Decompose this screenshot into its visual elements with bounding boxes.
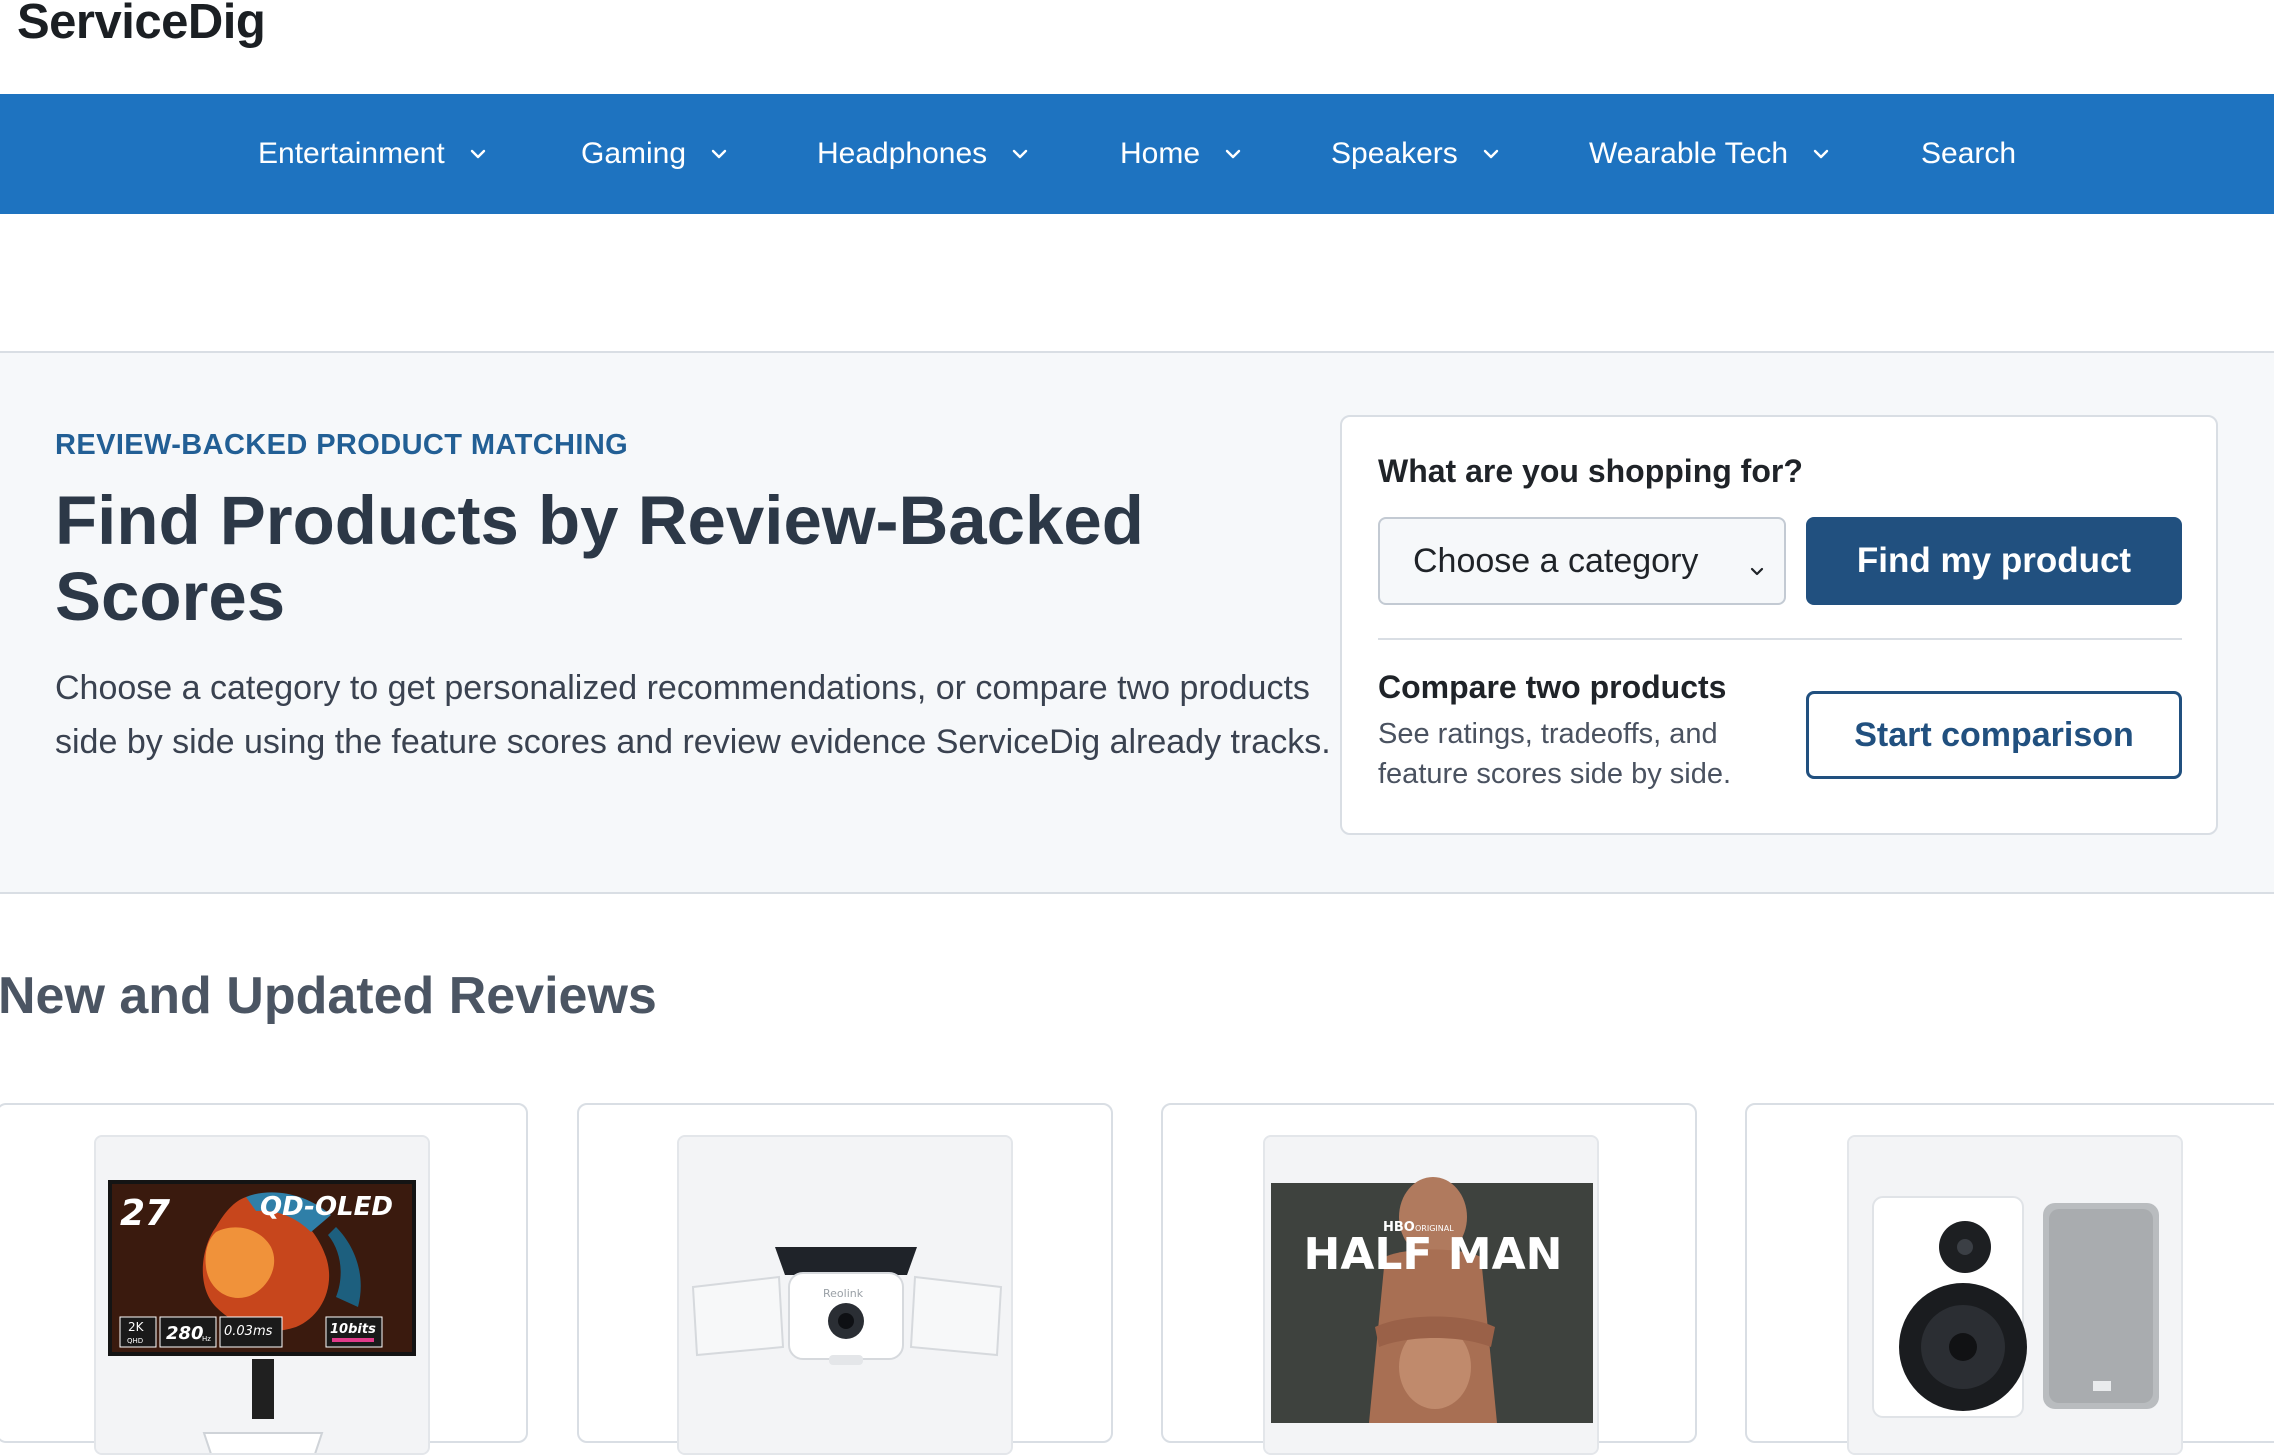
nav-item-label: Entertainment xyxy=(258,137,445,170)
camera-brand-text: Reolink xyxy=(823,1287,864,1300)
nav-item-speakers[interactable]: Speakers xyxy=(1331,94,1502,214)
product-image-floodlight-camera: Reolink xyxy=(677,1135,1013,1455)
product-finder-card: What are you shopping for? Choose a cate… xyxy=(1340,415,2218,835)
review-card-half-man[interactable]: HBO ORIGINAL HALF MAN xyxy=(1161,1103,1697,1455)
poster-title-text: HALF MAN xyxy=(1304,1229,1563,1280)
nav-item-headphones[interactable]: Headphones xyxy=(817,94,1031,214)
start-comparison-button[interactable]: Start comparison xyxy=(1806,691,2182,779)
hero-description: Choose a category to get personalized re… xyxy=(55,669,1331,761)
review-card-speakers[interactable] xyxy=(1745,1103,2274,1455)
monitor-res-sub-text: QHD xyxy=(127,1337,143,1345)
chevron-down-icon xyxy=(1480,143,1502,165)
chevron-down-icon xyxy=(1746,553,1768,592)
monitor-res-text: 2K xyxy=(128,1320,145,1334)
monitor-hz-text: 280 xyxy=(166,1323,204,1344)
divider xyxy=(1378,638,2182,640)
monitor-hz-unit-text: Hz xyxy=(202,1335,211,1343)
nav-item-label: Headphones xyxy=(817,137,988,170)
site-logo[interactable]: ServiceDig xyxy=(17,0,266,50)
nav-item-wearable-tech[interactable]: Wearable Tech xyxy=(1589,94,1832,214)
hero-section: REVIEW-BACKED PRODUCT MATCHING Find Prod… xyxy=(0,351,2274,894)
monitor-size-text: 27 xyxy=(120,1193,170,1234)
nav-item-gaming[interactable]: Gaming xyxy=(581,94,730,214)
review-card-monitor[interactable]: 27 QD-OLED 2K QHD 280 Hz 0.03ms 10bits xyxy=(0,1103,528,1455)
chevron-down-icon xyxy=(1810,143,1832,165)
category-select[interactable]: Choose a category xyxy=(1378,517,1786,605)
finder-question: What are you shopping for? xyxy=(1378,453,1803,489)
chevron-down-icon xyxy=(467,143,489,165)
reviews-section-title: New and Updated Reviews xyxy=(0,967,657,1025)
product-image-bookshelf-speakers xyxy=(1847,1135,2183,1455)
nav-item-home[interactable]: Home xyxy=(1120,94,1244,214)
nav-item-label: Home xyxy=(1120,137,1201,170)
product-image-monitor: 27 QD-OLED 2K QHD 280 Hz 0.03ms 10bits xyxy=(94,1135,430,1455)
nav-item-entertainment[interactable]: Entertainment xyxy=(258,94,489,214)
nav-item-label: Speakers xyxy=(1331,137,1458,170)
monitor-ms-text: 0.03ms xyxy=(224,1324,273,1339)
nav-item-search[interactable]: Search xyxy=(1921,94,2016,214)
hero-title: Find Products by Review-Backed Scores xyxy=(55,482,1144,635)
hero-eyebrow: REVIEW-BACKED PRODUCT MATCHING xyxy=(55,429,629,461)
compare-description: See ratings, tradeoffs, and feature scor… xyxy=(1378,718,1732,790)
compare-title: Compare two products xyxy=(1378,669,1727,705)
chevron-down-icon xyxy=(1222,143,1244,165)
nav-item-label: Search xyxy=(1921,137,2017,170)
chevron-down-icon xyxy=(1009,143,1031,165)
monitor-panel-text: QD-OLED xyxy=(260,1192,393,1222)
category-select-value: Choose a category xyxy=(1413,541,1699,580)
review-card-camera[interactable]: Reolink xyxy=(577,1103,1113,1455)
product-image-half-man-poster: HBO ORIGINAL HALF MAN xyxy=(1263,1135,1599,1455)
find-my-product-button[interactable]: Find my product xyxy=(1806,517,2182,605)
monitor-bits-text: 10bits xyxy=(330,1322,376,1337)
nav-item-label: Wearable Tech xyxy=(1589,137,1789,170)
site-header: ServiceDig xyxy=(0,0,2274,94)
chevron-down-icon xyxy=(708,143,730,165)
nav-item-label: Gaming xyxy=(581,137,687,170)
main-nav: Entertainment Gaming Headphones Home Spe… xyxy=(0,94,2274,214)
